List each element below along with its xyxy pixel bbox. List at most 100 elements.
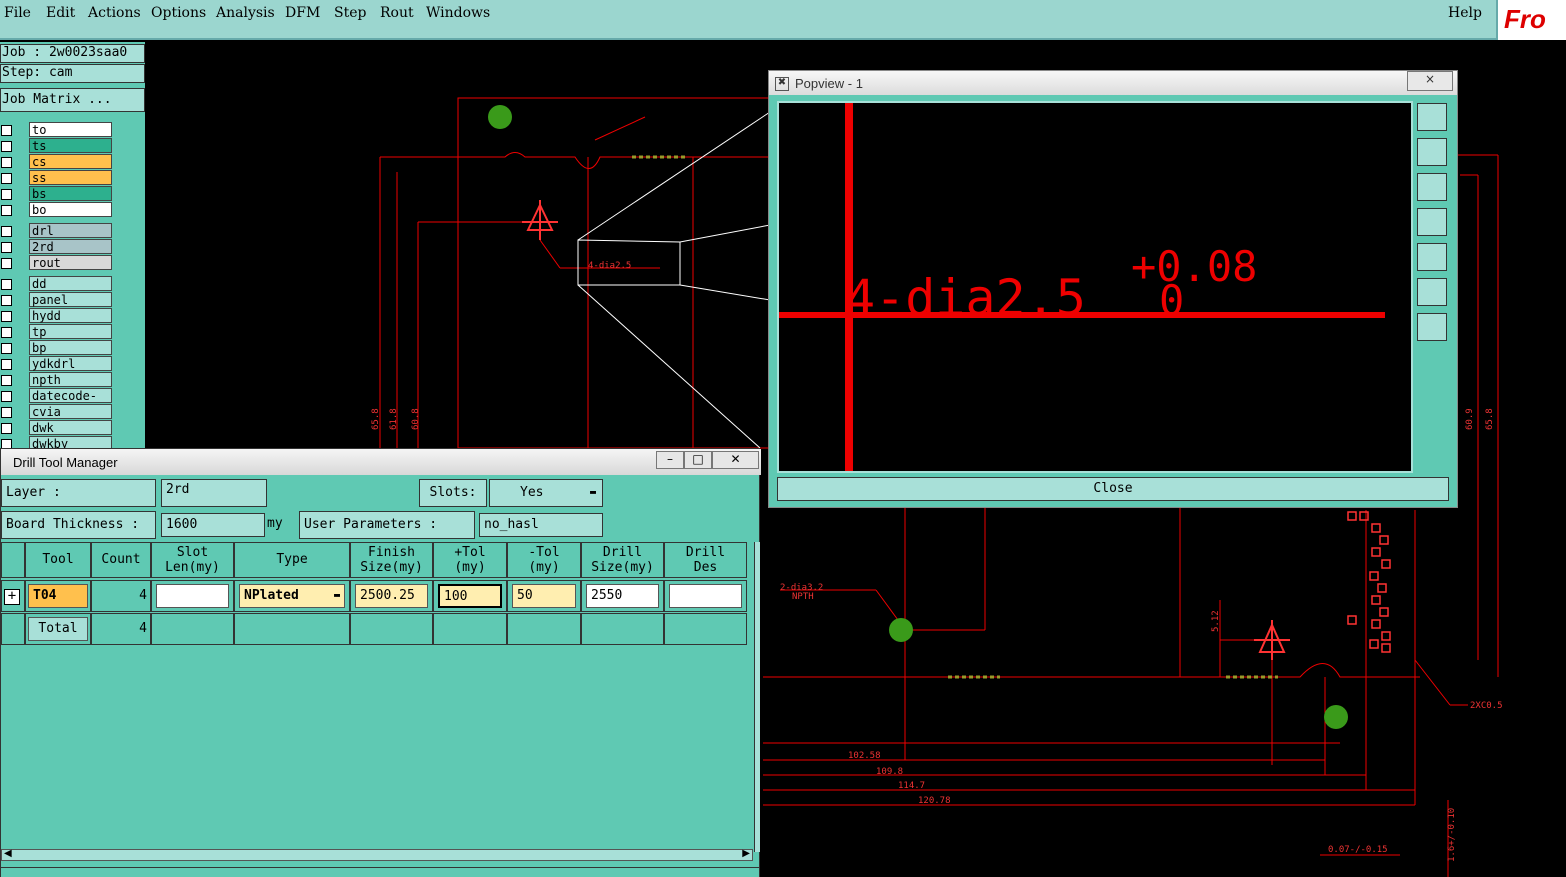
layer-checkbox[interactable] (1, 226, 12, 237)
menu-actions[interactable]: Actions (88, 5, 141, 21)
layer-name[interactable]: dwk (29, 420, 112, 435)
column-header[interactable]: +Tol (my) (433, 542, 507, 578)
layer-row-drl[interactable]: drl (0, 223, 113, 238)
layer-row-rout[interactable]: rout (0, 255, 113, 270)
maximize-button[interactable]: □ (684, 451, 712, 469)
layer-checkbox[interactable] (1, 141, 12, 152)
layer-name[interactable]: ts (29, 138, 112, 153)
layer-checkbox[interactable] (1, 311, 12, 322)
menu-options[interactable]: Options (151, 5, 206, 21)
user-parameters-field[interactable]: no_hasl (479, 513, 603, 537)
scroll-right-icon[interactable]: ▶ (742, 848, 750, 859)
expand-icon[interactable]: + (4, 589, 20, 605)
menu-edit[interactable]: Edit (46, 5, 75, 21)
layer-checkbox[interactable] (1, 343, 12, 354)
layer-name[interactable]: cs (29, 154, 112, 169)
layer-checkbox[interactable] (1, 423, 12, 434)
layer-row-hydd[interactable]: hydd (0, 308, 113, 323)
layer-row-bo[interactable]: bo (0, 202, 113, 217)
drill-size-input[interactable]: 2550 (586, 584, 659, 608)
column-header[interactable]: Count (91, 542, 151, 578)
layer-row-ss[interactable]: ss (0, 170, 113, 185)
column-header[interactable]: -Tol (my) (507, 542, 581, 578)
layer-row-ts[interactable]: ts (0, 138, 113, 153)
layer-row-2rd[interactable]: 2rd (0, 239, 113, 254)
layer-row-bs[interactable]: bs (0, 186, 113, 201)
layer-row-cs[interactable]: cs (0, 154, 113, 169)
slot-len-input[interactable] (156, 584, 229, 608)
layer-name[interactable]: to (29, 122, 112, 137)
column-header[interactable]: Drill Des (664, 542, 747, 578)
scroll-left-icon[interactable]: ◀ (4, 848, 12, 859)
slots-dropdown[interactable]: Yes ▬ (489, 479, 603, 507)
job-matrix-button[interactable]: Job Matrix ... (0, 88, 145, 112)
layer-checkbox[interactable] (1, 375, 12, 386)
drill-tool-manager-titlebar[interactable]: Drill Tool Manager – □ ✕ (1, 449, 761, 475)
menu-dfm[interactable]: DFM (285, 5, 320, 21)
zoom-icon[interactable] (1417, 103, 1447, 131)
close-button[interactable]: Close (777, 477, 1449, 501)
minimize-button[interactable]: – (656, 451, 684, 469)
layer-row-panel[interactable]: panel (0, 292, 113, 307)
minus-tol-input[interactable]: 50 (512, 584, 576, 608)
vertical-scrollbar[interactable] (754, 542, 760, 852)
column-header[interactable]: Slot Len(my) (151, 542, 234, 578)
column-header[interactable]: Finish Size(my) (350, 542, 433, 578)
close-window-button[interactable]: × (1407, 71, 1453, 91)
layer-row-dd[interactable]: dd (0, 276, 113, 291)
layer-row-bp[interactable]: bp (0, 340, 113, 355)
column-header[interactable]: Drill Size(my) (581, 542, 664, 578)
layer-name[interactable]: datecode-pt (29, 388, 112, 417)
close-window-button[interactable]: ✕ (712, 451, 759, 469)
finish-size-input[interactable]: 2500.25 (355, 584, 428, 608)
menu-file[interactable]: File (4, 5, 31, 21)
layer-row-to[interactable]: to (0, 122, 113, 137)
zoom-home-icon[interactable] (1417, 313, 1447, 341)
layer-checkbox[interactable] (1, 258, 12, 269)
layer-name[interactable]: hydd (29, 308, 112, 323)
column-header[interactable]: Tool (25, 542, 91, 578)
layer-checkbox[interactable] (1, 157, 12, 168)
layer-name[interactable]: rout (29, 255, 112, 270)
layer-name[interactable]: panel (29, 292, 112, 307)
board-thickness-field[interactable]: 1600 (161, 513, 265, 537)
layer-name[interactable]: bo (29, 202, 112, 217)
fit-icon[interactable] (1417, 278, 1447, 306)
layer-checkbox[interactable] (1, 189, 12, 200)
menu-rout[interactable]: Rout (380, 5, 414, 21)
layer-row-cvia[interactable]: cvia (0, 404, 113, 419)
layer-checkbox[interactable] (1, 242, 12, 253)
popview-titlebar[interactable]: ✖ Popview - 1 × (769, 71, 1457, 95)
layer-name[interactable]: bs (29, 186, 112, 201)
pan-down-icon[interactable] (1417, 173, 1447, 201)
layer-checkbox[interactable] (1, 327, 12, 338)
type-dropdown[interactable]: NPlated ▬ (239, 584, 345, 608)
pan-left-icon[interactable] (1417, 208, 1447, 236)
pan-up-icon[interactable] (1417, 138, 1447, 166)
menu-windows[interactable]: Windows (426, 5, 490, 21)
layer-row-npth[interactable]: npth (0, 372, 113, 387)
plus-tol-input[interactable]: 100 (438, 584, 502, 608)
layer-row-datecode-pt[interactable]: datecode-pt (0, 388, 113, 417)
layer-checkbox[interactable] (1, 125, 12, 136)
layer-field[interactable]: 2rd (161, 479, 267, 507)
layer-name[interactable]: tp (29, 324, 112, 339)
layer-name[interactable]: ss (29, 170, 112, 185)
layer-checkbox[interactable] (1, 359, 12, 370)
horizontal-scrollbar[interactable]: ▶ ◀ (1, 848, 753, 861)
layer-name[interactable]: npth (29, 372, 112, 387)
layer-checkbox[interactable] (1, 407, 12, 418)
popview-canvas[interactable]: 4-dia2.5 +0.08 0 (777, 101, 1413, 473)
layer-checkbox[interactable] (1, 295, 12, 306)
layer-checkbox[interactable] (1, 279, 12, 290)
layer-checkbox[interactable] (1, 173, 12, 184)
layer-name[interactable]: dd (29, 276, 112, 291)
tool-name[interactable]: T04 (28, 584, 88, 608)
layer-row-dwk[interactable]: dwk (0, 420, 113, 435)
drill-des-input[interactable] (669, 584, 742, 608)
layer-checkbox[interactable] (1, 391, 12, 402)
menu-help[interactable]: Help (1448, 5, 1482, 21)
pan-right-icon[interactable] (1417, 243, 1447, 271)
layer-checkbox[interactable] (1, 205, 12, 216)
layer-row-ydkdrl[interactable]: ydkdrl (0, 356, 113, 371)
